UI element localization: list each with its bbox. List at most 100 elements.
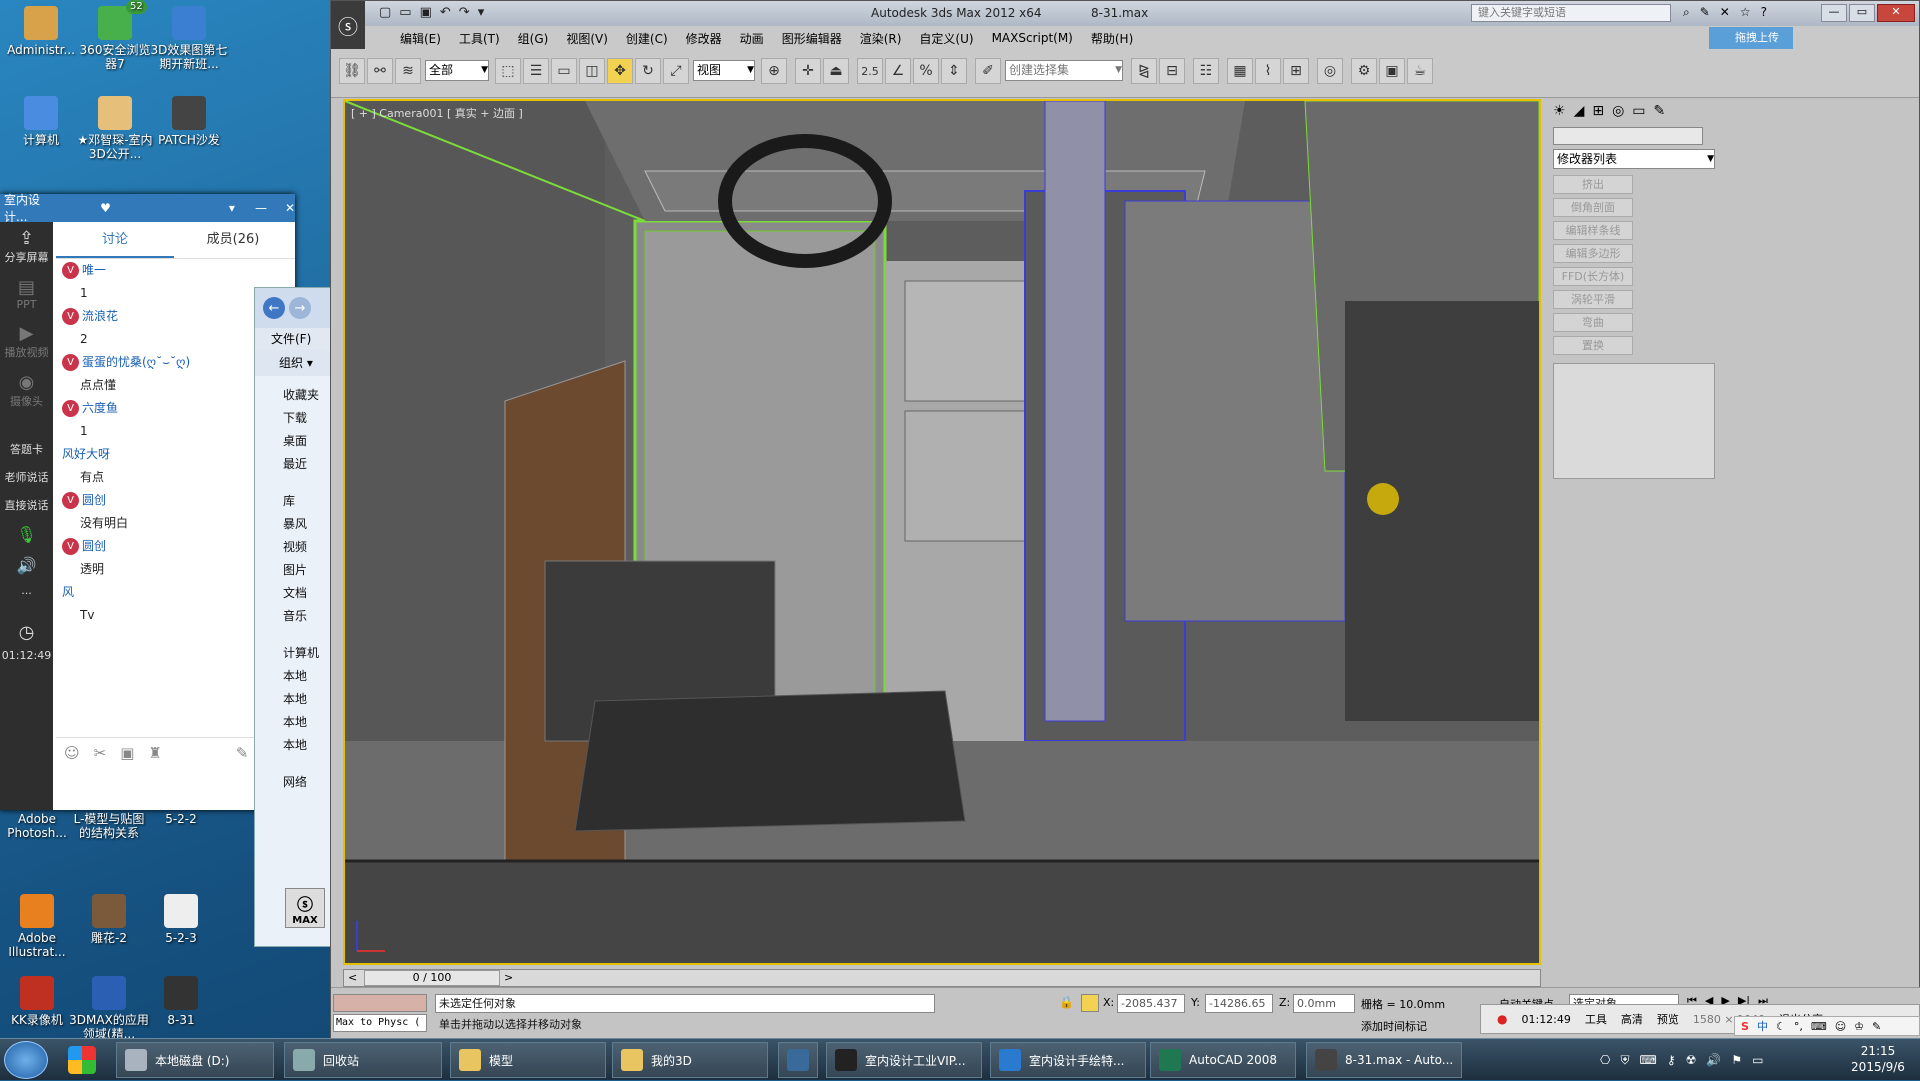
- desktop-icon[interactable]: Adobe Illustrat...: [0, 894, 78, 959]
- taskbar-item[interactable]: 室内设计工业VIP...: [826, 1042, 982, 1078]
- menu-item[interactable]: 渲染(R): [851, 30, 911, 47]
- link-icon[interactable]: ⛓: [339, 58, 365, 84]
- manipulate-icon[interactable]: ✛: [795, 58, 821, 84]
- menu-item[interactable]: 修改器: [677, 30, 731, 47]
- max-app-icon[interactable]: ⓢ: [331, 1, 365, 49]
- explorer-nav-item[interactable]: 图片: [255, 559, 333, 582]
- pivot-icon[interactable]: ⊕: [761, 58, 787, 84]
- z-coordinate-field[interactable]: 0.0mm: [1293, 994, 1355, 1013]
- viewport-label[interactable]: [ + ] Camera001 [ 真实 + 边面 ]: [351, 105, 523, 121]
- schematic-view-icon[interactable]: ⊞: [1283, 58, 1309, 84]
- create-tab-icon[interactable]: ☀: [1553, 103, 1566, 119]
- scale-icon[interactable]: ⤢: [663, 58, 689, 84]
- speaker-icon[interactable]: 🔊: [0, 550, 53, 581]
- tab-members[interactable]: 成员(26): [174, 222, 292, 258]
- volume-icon[interactable]: 🔊: [1706, 1053, 1721, 1067]
- modifier-button[interactable]: 涡轮平滑: [1553, 290, 1633, 309]
- desktop-icon[interactable]: L-模型与贴图的结构关系: [68, 812, 150, 840]
- windows-flag-icon[interactable]: [68, 1046, 96, 1074]
- move-icon[interactable]: ✥: [607, 58, 633, 84]
- mic-icon[interactable]: 🎙: [0, 519, 53, 550]
- shirt-icon[interactable]: ♔: [1854, 1020, 1864, 1033]
- desktop-icon[interactable]: 计算机: [0, 96, 82, 147]
- rotate-icon[interactable]: ↻: [635, 58, 661, 84]
- help-icon[interactable]: ?: [1761, 5, 1767, 20]
- input-icon[interactable]: ⌨: [1640, 1053, 1657, 1067]
- star-icon[interactable]: ☆: [1740, 5, 1751, 20]
- y-coordinate-field[interactable]: -14286.65: [1205, 994, 1273, 1013]
- save-icon[interactable]: ▣: [420, 5, 432, 20]
- minimize-icon[interactable]: —: [1821, 4, 1847, 22]
- tab-discussion[interactable]: 讨论: [56, 222, 174, 258]
- clock[interactable]: 21:15 2015/9/6: [1840, 1043, 1916, 1075]
- menu-item[interactable]: MAXScript(M): [983, 31, 1082, 45]
- modifier-list-select[interactable]: 修改器列表 ▼: [1553, 149, 1715, 169]
- desktop-icon[interactable]: KK录像机: [0, 976, 78, 1027]
- desktop-icon[interactable]: 3D效果图第七期开新班...: [148, 6, 230, 71]
- user-icon[interactable]: ☺: [1835, 1020, 1846, 1033]
- shield-icon[interactable]: ⛨: [1620, 1053, 1629, 1068]
- organize-button[interactable]: 组织 ▾: [255, 350, 333, 376]
- rect-region-icon[interactable]: ▭: [551, 58, 577, 84]
- security-icon[interactable]: ☢: [1686, 1053, 1697, 1067]
- modifier-button[interactable]: 编辑多边形: [1553, 244, 1633, 263]
- object-name-field[interactable]: [1553, 127, 1703, 145]
- modifier-button[interactable]: FFD(长方体): [1553, 267, 1633, 286]
- render-setup-icon[interactable]: ⚙: [1351, 58, 1377, 84]
- taskbar-item[interactable]: 我的3D: [612, 1042, 768, 1078]
- taskbar-item[interactable]: 模型: [450, 1042, 606, 1078]
- desktop-icon[interactable]: ★邓智琛-室内3D公开...: [74, 96, 156, 161]
- menu-item[interactable]: 自定义(U): [910, 30, 982, 47]
- explorer-nav-item[interactable]: 最近: [255, 453, 333, 476]
- explorer-nav-item[interactable]: 音乐: [255, 605, 333, 628]
- redo-icon[interactable]: ↷: [459, 5, 470, 20]
- rendered-frame-icon[interactable]: ▣: [1379, 58, 1405, 84]
- emoji-icon[interactable]: ☺: [64, 744, 80, 762]
- maxscript-mini[interactable]: Max to Physc (: [333, 1014, 427, 1032]
- undo-icon[interactable]: ↶: [440, 5, 451, 20]
- explorer-nav-item[interactable]: 本地: [255, 711, 333, 734]
- taskbar-item[interactable]: 本地磁盘 (D:): [116, 1042, 274, 1078]
- selection-filter-select[interactable]: 全部 ▼: [425, 60, 489, 81]
- tools-icon[interactable]: ✎: [1700, 5, 1710, 20]
- x-icon[interactable]: ✕: [1720, 5, 1730, 20]
- ppt-button[interactable]: ▤ PPT: [0, 271, 53, 317]
- explorer-nav-item[interactable]: 本地: [255, 734, 333, 757]
- desktop-icon[interactable]: Adobe Photosh...: [0, 812, 78, 840]
- desktop-icon[interactable]: 3DMAX的应用领域(精...: [68, 976, 150, 1041]
- scissors-icon[interactable]: ✂: [94, 744, 107, 762]
- taskbar-item[interactable]: 室内设计手绘特...: [990, 1042, 1146, 1078]
- desktop-icon[interactable]: Administr...: [0, 6, 82, 57]
- unlink-icon[interactable]: ⚯: [367, 58, 393, 84]
- named-selection-select[interactable]: 创建选择集 ▼: [1005, 60, 1123, 81]
- sogou-icon[interactable]: S: [1741, 1020, 1749, 1033]
- taskbar-item[interactable]: AutoCAD 2008: [1150, 1042, 1296, 1078]
- max-taskbar-thumb[interactable]: ⓢ MAX: [285, 888, 325, 928]
- minimize-icon[interactable]: —: [255, 201, 267, 215]
- percent-snap-icon[interactable]: %: [913, 58, 939, 84]
- close-icon[interactable]: ✕: [1877, 4, 1915, 22]
- camera-viewport[interactable]: [ + ] Camera001 [ 真实 + 边面 ]: [343, 99, 1541, 965]
- play-video-button[interactable]: ▶ 播放视频: [0, 317, 53, 366]
- explorer-nav-item[interactable]: 计算机: [255, 642, 333, 665]
- moon-icon[interactable]: ☾: [1776, 1020, 1786, 1033]
- explorer-nav-item[interactable]: 库: [255, 490, 333, 513]
- modify-tab-icon[interactable]: ◢: [1574, 103, 1585, 119]
- curve-editor-icon[interactable]: ⌇: [1255, 58, 1281, 84]
- lock-icon[interactable]: ⚷: [1667, 1053, 1676, 1067]
- monitor-icon[interactable]: ▭: [1752, 1053, 1763, 1067]
- render-icon[interactable]: ☕: [1407, 58, 1433, 84]
- modifier-button[interactable]: 置换: [1553, 336, 1633, 355]
- flag-icon[interactable]: ⚑: [1731, 1053, 1742, 1067]
- maximize-icon[interactable]: ▭: [1849, 4, 1875, 22]
- desktop-icon[interactable]: 雕花-2: [68, 894, 150, 945]
- menu-item[interactable]: 动画: [731, 30, 773, 47]
- recorder-tools[interactable]: 工具: [1585, 1011, 1607, 1027]
- explorer-nav-item[interactable]: 下载: [255, 407, 333, 430]
- upload-button[interactable]: 拖拽上传: [1709, 27, 1793, 49]
- desktop-icon[interactable]: PATCH沙发: [148, 96, 230, 147]
- camera-button[interactable]: ◉ 摄像头: [0, 366, 53, 415]
- add-time-tag[interactable]: 添加时间标记: [1361, 1018, 1427, 1034]
- window-crossing-icon[interactable]: ◫: [579, 58, 605, 84]
- punct-icon[interactable]: °,: [1794, 1020, 1803, 1033]
